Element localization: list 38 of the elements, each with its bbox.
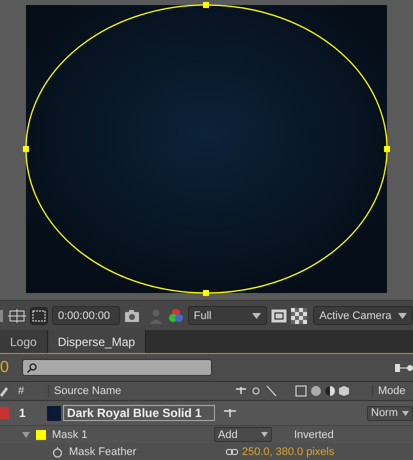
- pen-icon: [0, 385, 8, 397]
- stopwatch-icon[interactable]: [52, 446, 63, 458]
- tab[interactable]: Logo: [0, 330, 48, 353]
- region-of-interest-icon[interactable]: [30, 306, 48, 324]
- column-header[interactable]: Source Name: [48, 385, 234, 397]
- mask-name[interactable]: Mask 1: [52, 428, 214, 440]
- caret-icon: [252, 312, 262, 318]
- caret-icon: [398, 312, 407, 318]
- view-dropdown[interactable]: Active Camera: [313, 306, 413, 325]
- mode-dropdown[interactable]: Norm: [367, 406, 413, 420]
- layer-name[interactable]: Dark Royal Blue Solid 1: [63, 405, 215, 421]
- color-channels-icon[interactable]: [168, 308, 184, 324]
- property-name: Mask Feather: [69, 446, 138, 458]
- grid-icon[interactable]: [8, 306, 26, 324]
- caret-icon: [402, 410, 409, 416]
- mask-color-chip[interactable]: [36, 430, 46, 440]
- column-header[interactable]: #: [18, 385, 48, 397]
- transparency-grid-icon[interactable]: [291, 308, 308, 324]
- graph-editor-icon[interactable]: [395, 362, 413, 374]
- layer-number: 1: [19, 406, 27, 420]
- frame-icon[interactable]: [271, 308, 288, 322]
- inverted-label[interactable]: Inverted: [294, 428, 334, 440]
- twirl-icon[interactable]: [22, 430, 30, 438]
- person-icon: [148, 308, 164, 324]
- shy-switch-icon[interactable]: [223, 408, 237, 418]
- search-icon: [27, 362, 37, 372]
- caret-icon: [261, 432, 268, 437]
- column-header[interactable]: Mode: [372, 385, 406, 397]
- property-value[interactable]: 250.0, 380.0 pixels: [242, 446, 334, 458]
- label-color-chip[interactable]: [0, 407, 9, 419]
- current-time[interactable]: 0: [0, 358, 10, 376]
- search-field[interactable]: [22, 359, 212, 376]
- tab[interactable]: Disperse_Map: [48, 330, 146, 353]
- resolution-dropdown[interactable]: Full: [188, 306, 268, 325]
- camera-icon[interactable]: [124, 308, 140, 322]
- mask-mode-dropdown[interactable]: Add: [214, 427, 272, 442]
- link-icon[interactable]: [226, 448, 238, 456]
- timecode-field[interactable]: 0:00:00:00: [52, 306, 120, 325]
